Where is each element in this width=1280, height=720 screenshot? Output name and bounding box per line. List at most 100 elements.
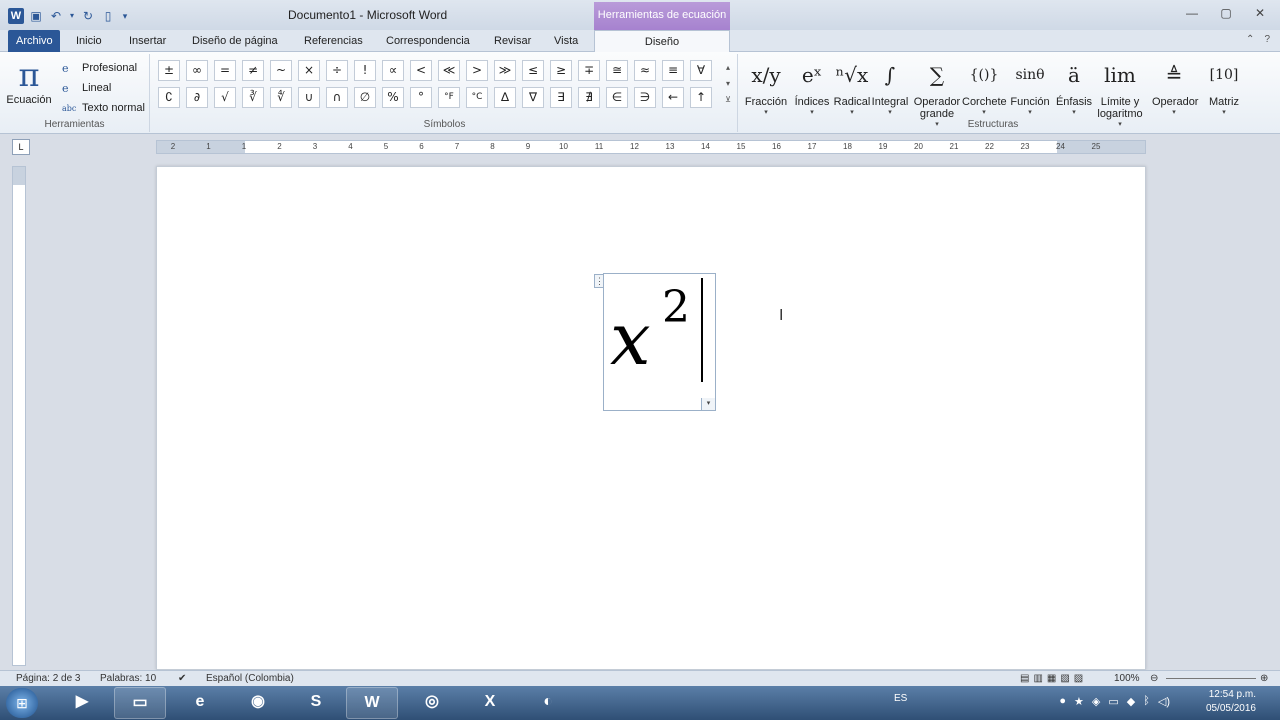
symbol-button[interactable]: % xyxy=(382,87,404,108)
customize-toolbar-icon[interactable]: ▾ xyxy=(120,8,130,24)
structure-énfasis-button[interactable]: ä Énfasis ▾ xyxy=(1052,56,1096,116)
symbol-button[interactable]: ≫ xyxy=(494,60,516,81)
tab-referencias[interactable]: Referencias xyxy=(296,30,371,52)
structure-operador-button[interactable]: ≜ Operador ▾ xyxy=(1152,56,1198,116)
help-icon[interactable]: ? xyxy=(1264,34,1270,45)
page-count[interactable]: Página: 2 de 3 xyxy=(16,673,81,684)
structure-corchete-button[interactable]: {()} Corchete ▾ xyxy=(962,56,1007,116)
texto-normal-button[interactable]: abc Texto normal xyxy=(62,98,145,118)
undo-icon[interactable]: ↶ xyxy=(48,8,64,24)
equation-button[interactable]: π Ecuación xyxy=(6,56,52,106)
tray-monitor-icon[interactable]: ▭ xyxy=(1108,695,1118,708)
symbol-button[interactable]: ∀ xyxy=(690,60,712,81)
tab-revisar[interactable]: Revisar xyxy=(486,30,539,52)
symbol-button[interactable]: ∛ xyxy=(242,87,264,108)
zoom-in-icon[interactable]: ⊕ xyxy=(1260,673,1268,684)
tab-archivo[interactable]: Archivo xyxy=(8,30,60,52)
tray-security-icon[interactable]: ◆ xyxy=(1127,695,1135,708)
new-document-icon[interactable]: ▯ xyxy=(100,8,116,24)
equation-options-dropdown[interactable]: ▾ xyxy=(701,398,715,410)
symbol-button[interactable]: = xyxy=(214,60,236,81)
symbol-button[interactable]: ∜ xyxy=(270,87,292,108)
equation-move-handle[interactable]: ⋮ xyxy=(594,274,604,288)
symbol-button[interactable]: ↑ xyxy=(690,87,712,108)
maximize-icon[interactable]: ▢ xyxy=(1216,6,1236,20)
symbol-button[interactable]: ≪ xyxy=(438,60,460,81)
close-icon[interactable]: ✕ xyxy=(1250,6,1270,20)
proofing-icon[interactable]: ✔ xyxy=(178,673,186,684)
internet-explorer-icon[interactable]: e xyxy=(174,687,226,719)
symbol-button[interactable]: ∞ xyxy=(186,60,208,81)
collapse-ribbon-icon[interactable]: ⌃ xyxy=(1246,34,1254,45)
tab-insertar[interactable]: Insertar xyxy=(121,30,174,52)
word-logo-icon[interactable]: W xyxy=(8,8,24,24)
word-taskbar-icon[interactable]: W xyxy=(346,687,398,719)
profesional-button[interactable]: e Profesional xyxy=(62,58,145,78)
media-player-icon[interactable]: ▶ xyxy=(56,687,108,719)
symbol-button[interactable]: × xyxy=(298,60,320,81)
symbol-button[interactable]: ← xyxy=(662,87,684,108)
structure-función-button[interactable]: sinθ Función ▾ xyxy=(1008,56,1052,116)
tab-vista[interactable]: Vista xyxy=(546,30,586,52)
structure-fracción-button[interactable]: x/y Fracción ▾ xyxy=(744,56,788,116)
tab-correspondencia[interactable]: Correspondencia xyxy=(378,30,478,52)
symbol-button[interactable]: ∇ xyxy=(522,87,544,108)
tray-leaf-icon[interactable]: ◈ xyxy=(1092,695,1100,708)
symbol-button[interactable]: ≤ xyxy=(522,60,544,81)
zoom-out-icon[interactable]: ⊖ xyxy=(1150,673,1158,684)
structure-integral-button[interactable]: ∫ Integral ▾ xyxy=(868,56,912,116)
minimize-icon[interactable]: — xyxy=(1182,6,1202,20)
language-status[interactable]: Español (Colombia) xyxy=(206,673,294,684)
symbol-button[interactable]: ∆ xyxy=(494,87,516,108)
symbol-button[interactable]: °C xyxy=(466,87,488,108)
firefox-icon[interactable]: ◐ xyxy=(522,687,574,719)
symbol-button[interactable]: ≥ xyxy=(550,60,572,81)
start-button[interactable]: ⊞ xyxy=(6,688,38,718)
document-page[interactable]: ⋮ x 2 ▾ I xyxy=(156,166,1146,670)
file-explorer-icon[interactable]: ▭ xyxy=(114,687,166,719)
tab-diseno[interactable]: Diseño xyxy=(594,30,730,53)
horizontal-ruler[interactable]: 2 1 1 2 3 4 5 6 7 8 9 10 11 12 13 14 15 16 17 18 19 20 21 22 23 2… xyxy=(156,140,1146,154)
symbol-button[interactable]: ≈ xyxy=(634,60,656,81)
symbols-scroll[interactable]: ▴ ▾ ⊻ xyxy=(722,60,734,108)
clock[interactable]: 12:54 p.m. 05/05/2016 xyxy=(1206,688,1256,716)
vertical-ruler[interactable] xyxy=(12,166,26,666)
structure-operador-grande-button[interactable]: ∑ Operador grande ▾ xyxy=(912,56,962,128)
symbol-button[interactable]: ± xyxy=(158,60,180,81)
skype-icon[interactable]: S xyxy=(290,687,342,719)
symbol-button[interactable]: √ xyxy=(214,87,236,108)
symbol-button[interactable]: ≅ xyxy=(606,60,628,81)
symbol-button[interactable]: ∃ xyxy=(550,87,572,108)
symbol-button[interactable]: ° xyxy=(410,87,432,108)
save-icon[interactable]: ▣ xyxy=(28,8,44,24)
view-buttons[interactable]: ▤▥▦▧▨ xyxy=(1020,673,1087,684)
tray-star-icon[interactable]: ★ xyxy=(1074,695,1084,708)
symbol-button[interactable]: ∩ xyxy=(326,87,348,108)
tray-bluetooth-icon[interactable]: ᛒ xyxy=(1143,695,1150,708)
redo-icon[interactable]: ↻ xyxy=(80,8,96,24)
structure-índices-button[interactable]: eˣ Índices ▾ xyxy=(790,56,834,116)
tab-selector[interactable]: L xyxy=(12,139,30,155)
media-app-icon[interactable]: ◎ xyxy=(406,687,458,719)
symbol-button[interactable]: ≡ xyxy=(662,60,684,81)
lineal-button[interactable]: e Lineal xyxy=(62,78,145,98)
symbol-button[interactable]: ∋ xyxy=(634,87,656,108)
symbol-button[interactable]: ≠ xyxy=(242,60,264,81)
excel-icon[interactable]: X xyxy=(464,687,516,719)
word-count[interactable]: Palabras: 10 xyxy=(100,673,156,684)
tray-app-icon[interactable]: ● xyxy=(1059,695,1066,708)
zoom-slider[interactable] xyxy=(1166,678,1256,679)
symbol-button[interactable]: ! xyxy=(354,60,376,81)
tab-inicio[interactable]: Inicio xyxy=(68,30,110,52)
symbol-button[interactable]: ∂ xyxy=(186,87,208,108)
equation-box[interactable]: ⋮ x 2 ▾ xyxy=(594,273,716,411)
symbol-button[interactable]: °F xyxy=(438,87,460,108)
tab-diseno-pagina[interactable]: Diseño de página xyxy=(184,30,286,52)
zoom-level[interactable]: 100% xyxy=(1114,673,1140,684)
structure-límite-y-logaritmo-button[interactable]: lim Límite y logaritmo ▾ xyxy=(1092,56,1148,128)
undo-dropdown-icon[interactable]: ▾ xyxy=(68,8,76,24)
symbol-button[interactable]: ∅ xyxy=(354,87,376,108)
chrome-icon[interactable]: ◉ xyxy=(232,687,284,719)
symbol-button[interactable]: ∄ xyxy=(578,87,600,108)
symbol-button[interactable]: ∓ xyxy=(578,60,600,81)
